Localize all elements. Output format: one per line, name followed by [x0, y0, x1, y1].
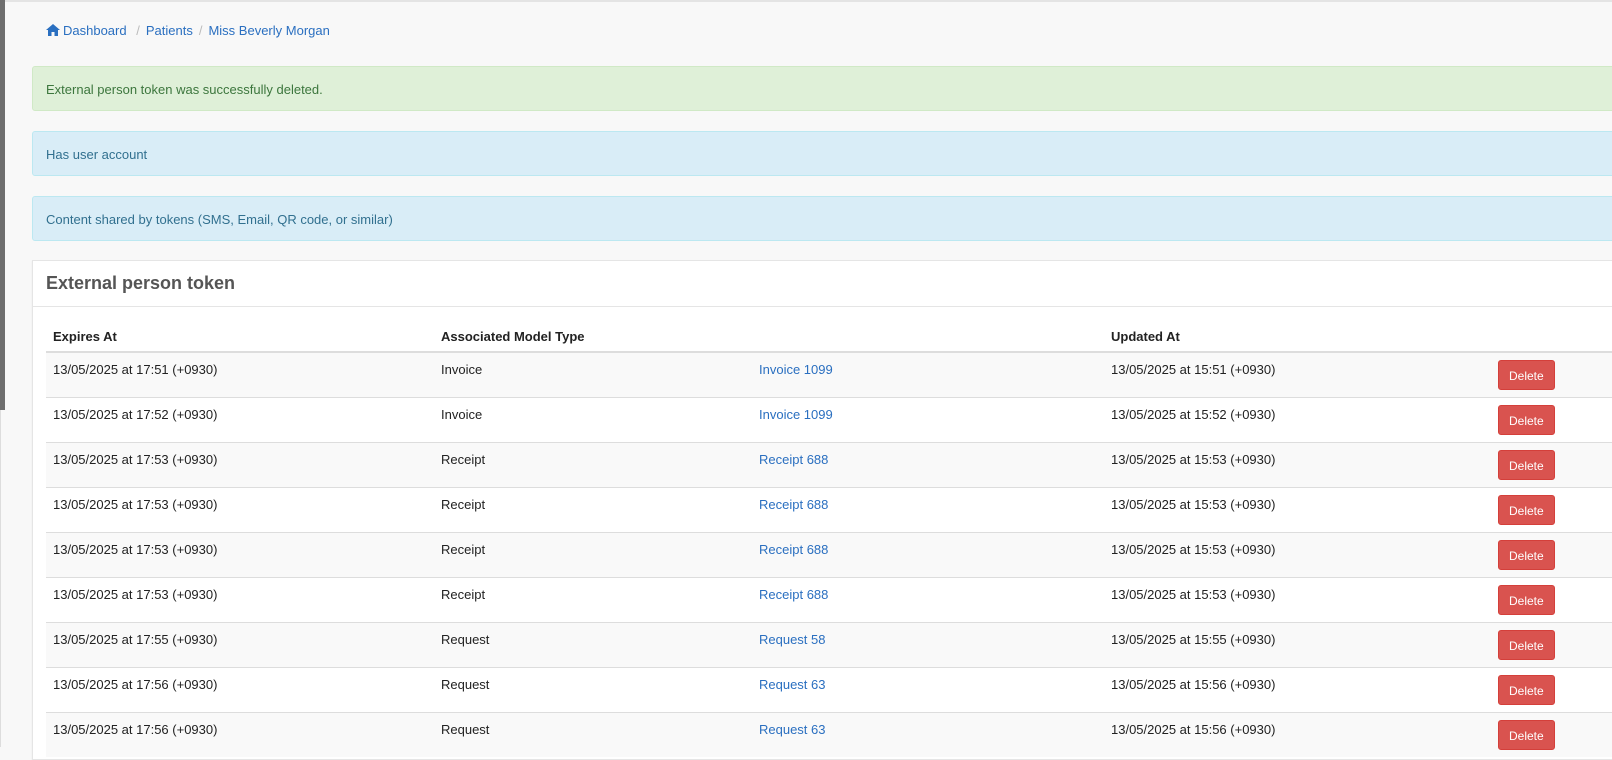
cell-link: Receipt 688	[752, 531, 1104, 577]
cell-expires-at: 13/05/2025 at 17:53 (+0930)	[46, 441, 434, 487]
scrollbar-track[interactable]	[0, 410, 1, 747]
associated-record-link[interactable]: Receipt 688	[759, 452, 828, 467]
cell-expires-at: 13/05/2025 at 17:51 (+0930)	[46, 351, 434, 397]
header-link	[752, 321, 1104, 353]
table-row: 13/05/2025 at 17:53 (+0930) Receipt Rece…	[46, 486, 1612, 532]
cell-actions: Delete	[1491, 666, 1612, 712]
token-table: Expires At Associated Model Type Updated…	[46, 321, 1612, 757]
delete-button[interactable]: Delete	[1498, 719, 1555, 750]
header-associated-model-type: Associated Model Type	[434, 321, 752, 353]
cell-actions: Delete	[1491, 576, 1612, 622]
shared-content-alert: Content shared by tokens (SMS, Email, QR…	[32, 196, 1612, 241]
table-row: 13/05/2025 at 17:53 (+0930) Receipt Rece…	[46, 576, 1612, 622]
home-icon	[46, 24, 60, 36]
breadcrumb-separator: /	[136, 23, 140, 38]
cell-actions: Delete	[1491, 531, 1612, 577]
cell-expires-at: 13/05/2025 at 17:55 (+0930)	[46, 621, 434, 667]
table-row: 13/05/2025 at 17:52 (+0930) Invoice Invo…	[46, 396, 1612, 442]
delete-button[interactable]: Delete	[1498, 539, 1555, 570]
associated-record-link[interactable]: Invoice 1099	[759, 362, 833, 377]
associated-record-link[interactable]: Request 58	[759, 632, 826, 647]
delete-button[interactable]: Delete	[1498, 404, 1555, 435]
external-token-panel: External person token Expires At Associa…	[32, 260, 1612, 760]
cell-updated-at: 13/05/2025 at 15:52 (+0930)	[1104, 396, 1491, 442]
cell-actions: Delete	[1491, 441, 1612, 487]
cell-link: Receipt 688	[752, 441, 1104, 487]
breadcrumb-dashboard-link[interactable]: Dashboard	[46, 23, 130, 38]
cell-model-type: Receipt	[434, 486, 752, 532]
cell-actions: Delete	[1491, 621, 1612, 667]
cell-actions: Delete	[1491, 396, 1612, 442]
breadcrumb-patients-link[interactable]: Patients	[146, 23, 193, 38]
header-updated-at: Updated At	[1104, 321, 1491, 353]
breadcrumb-dashboard-label: Dashboard	[63, 23, 127, 38]
cell-model-type: Invoice	[434, 396, 752, 442]
success-alert: External person token was successfully d…	[32, 66, 1612, 111]
table-row: 13/05/2025 at 17:53 (+0930) Receipt Rece…	[46, 531, 1612, 577]
scrollbar-thumb[interactable]	[0, 0, 5, 410]
cell-link: Request 63	[752, 711, 1104, 757]
cell-updated-at: 13/05/2025 at 15:56 (+0930)	[1104, 711, 1491, 757]
table-row: 13/05/2025 at 17:56 (+0930) Request Requ…	[46, 666, 1612, 712]
associated-record-link[interactable]: Invoice 1099	[759, 407, 833, 422]
cell-expires-at: 13/05/2025 at 17:52 (+0930)	[46, 396, 434, 442]
cell-model-type: Request	[434, 621, 752, 667]
cell-expires-at: 13/05/2025 at 17:56 (+0930)	[46, 666, 434, 712]
breadcrumb: Dashboard / Patients / Miss Beverly Morgan	[46, 23, 330, 38]
cell-model-type: Invoice	[434, 351, 752, 397]
cell-expires-at: 13/05/2025 at 17:56 (+0930)	[46, 711, 434, 757]
table-row: 13/05/2025 at 17:56 (+0930) Request Requ…	[46, 711, 1612, 757]
delete-button[interactable]: Delete	[1498, 629, 1555, 660]
cell-model-type: Request	[434, 711, 752, 757]
delete-button[interactable]: Delete	[1498, 674, 1555, 705]
cell-model-type: Receipt	[434, 441, 752, 487]
cell-updated-at: 13/05/2025 at 15:53 (+0930)	[1104, 486, 1491, 532]
table-header-row: Expires At Associated Model Type Updated…	[46, 321, 1612, 353]
delete-button[interactable]: Delete	[1498, 494, 1555, 525]
cell-link: Request 63	[752, 666, 1104, 712]
table-row: 13/05/2025 at 17:55 (+0930) Request Requ…	[46, 621, 1612, 667]
header-expires-at: Expires At	[46, 321, 434, 353]
cell-link: Invoice 1099	[752, 396, 1104, 442]
cell-updated-at: 13/05/2025 at 15:51 (+0930)	[1104, 351, 1491, 397]
delete-button[interactable]: Delete	[1498, 360, 1555, 390]
table-row: 13/05/2025 at 17:53 (+0930) Receipt Rece…	[46, 441, 1612, 487]
breadcrumb-current-patient[interactable]: Miss Beverly Morgan	[208, 23, 329, 38]
cell-model-type: Receipt	[434, 576, 752, 622]
cell-model-type: Receipt	[434, 531, 752, 577]
delete-button[interactable]: Delete	[1498, 449, 1555, 480]
cell-expires-at: 13/05/2025 at 17:53 (+0930)	[46, 531, 434, 577]
cell-link: Receipt 688	[752, 486, 1104, 532]
cell-updated-at: 13/05/2025 at 15:55 (+0930)	[1104, 621, 1491, 667]
cell-link: Request 58	[752, 621, 1104, 667]
delete-button[interactable]: Delete	[1498, 584, 1555, 615]
cell-expires-at: 13/05/2025 at 17:53 (+0930)	[46, 576, 434, 622]
associated-record-link[interactable]: Receipt 688	[759, 587, 828, 602]
cell-actions: Delete	[1491, 486, 1612, 532]
associated-record-link[interactable]: Request 63	[759, 677, 826, 692]
top-border	[0, 0, 1612, 2]
associated-record-link[interactable]: Receipt 688	[759, 542, 828, 557]
cell-model-type: Request	[434, 666, 752, 712]
cell-updated-at: 13/05/2025 at 15:53 (+0930)	[1104, 576, 1491, 622]
table-row: 13/05/2025 at 17:51 (+0930) Invoice Invo…	[46, 351, 1612, 397]
breadcrumb-separator: /	[198, 23, 203, 38]
cell-actions: Delete	[1491, 351, 1612, 397]
cell-link: Invoice 1099	[752, 351, 1104, 397]
cell-updated-at: 13/05/2025 at 15:53 (+0930)	[1104, 441, 1491, 487]
user-account-alert: Has user account	[32, 131, 1612, 176]
cell-link: Receipt 688	[752, 576, 1104, 622]
header-actions	[1491, 321, 1612, 353]
cell-expires-at: 13/05/2025 at 17:53 (+0930)	[46, 486, 434, 532]
associated-record-link[interactable]: Receipt 688	[759, 497, 828, 512]
cell-actions: Delete	[1491, 711, 1612, 757]
panel-title: External person token	[33, 261, 1612, 307]
associated-record-link[interactable]: Request 63	[759, 722, 826, 737]
cell-updated-at: 13/05/2025 at 15:53 (+0930)	[1104, 531, 1491, 577]
cell-updated-at: 13/05/2025 at 15:56 (+0930)	[1104, 666, 1491, 712]
